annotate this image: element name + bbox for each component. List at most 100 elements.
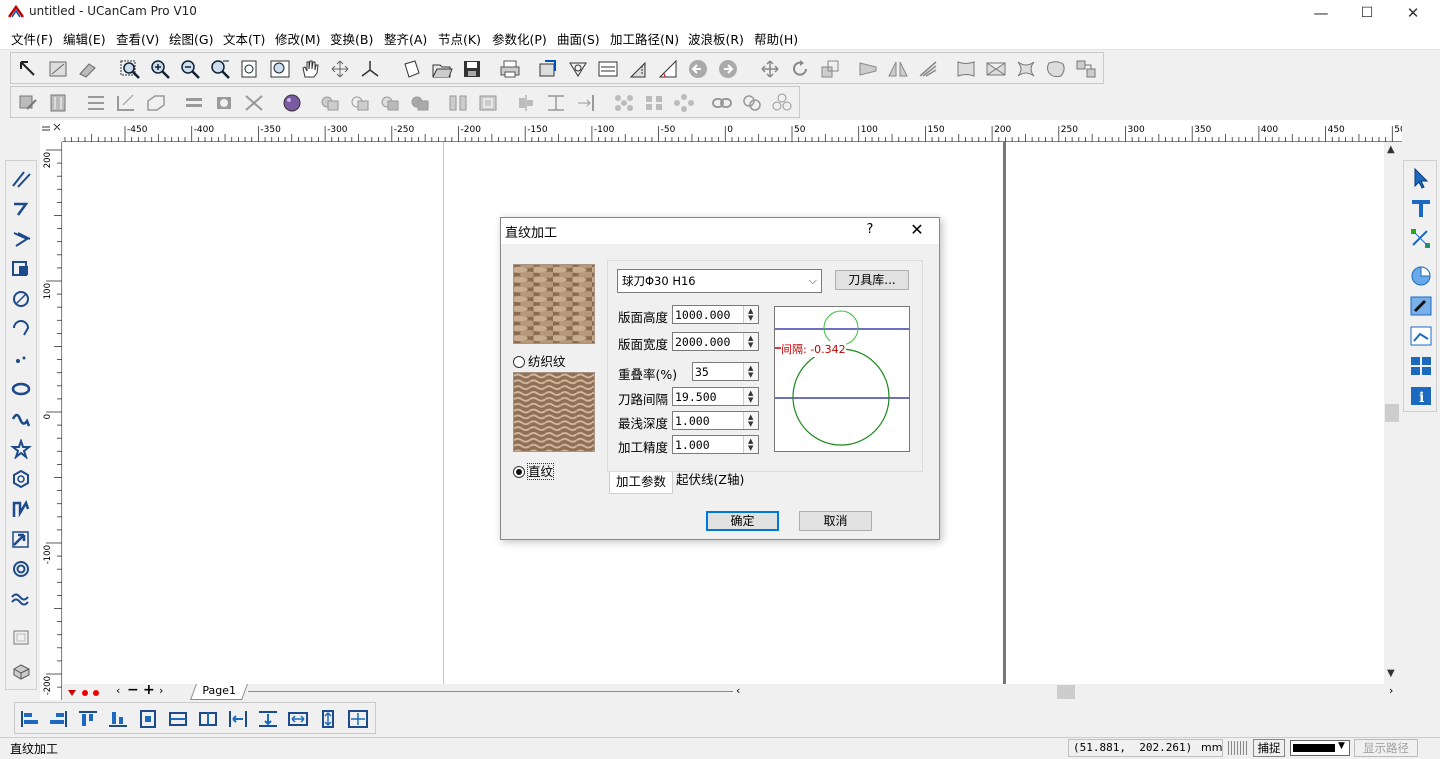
weave-radio-circle[interactable] [513,356,525,368]
align-center-vertical-icon[interactable] [515,93,537,113]
minimize-button[interactable]: — [1298,0,1344,26]
chain-icon[interactable] [711,93,733,113]
text-tool-icon[interactable] [1409,197,1433,219]
menu-transform[interactable]: 变换(B) [330,29,373,48]
space-vertical-icon[interactable] [257,709,279,729]
menu-toolpath[interactable]: 加工路径(N) [610,29,679,48]
spacing-field[interactable]: 19.500 ▲ ▼ [672,387,759,406]
spin-down-icon[interactable]: ▼ [748,397,753,404]
menu-view[interactable]: 查看(V) [116,29,159,48]
align-bottom-icon[interactable] [107,709,129,729]
precision-field[interactable]: 1.000 ▲ ▼ [672,435,759,454]
new-file-icon[interactable] [401,59,423,79]
chevron-down-icon[interactable]: ⌵ [809,274,817,288]
spin-down-icon[interactable]: ▼ [748,421,753,428]
mirror-icon[interactable] [887,59,909,79]
arrow-tool-icon[interactable] [10,529,34,549]
fillet-tool-icon[interactable] [10,499,34,519]
shape-exclude-icon[interactable] [409,93,431,113]
point-tool-icon[interactable] [10,349,34,369]
min-depth-spinner[interactable]: ▲ ▼ [743,412,758,429]
trim-icon[interactable] [213,93,235,113]
transform-icon[interactable] [77,59,99,79]
menu-modify[interactable]: 修改(M) [275,29,321,48]
align-right-bar-icon[interactable] [575,93,597,113]
close-button[interactable]: ✕ [1390,0,1436,26]
spin-down-icon[interactable]: ▼ [748,372,753,379]
overlap-spinner[interactable]: ▲ ▼ [743,363,758,380]
ruler-origin-icon[interactable] [40,120,62,142]
weave-texture-preview[interactable] [513,264,595,344]
node-tool-icon[interactable] [1409,227,1433,249]
3d-box-tool-icon[interactable] [10,661,34,681]
weld-icon[interactable] [145,93,167,113]
info-icon[interactable]: i [1409,385,1433,407]
maximize-button[interactable]: ☐ [1344,0,1390,26]
width-field[interactable]: 2000.000 ▲ ▼ [672,332,759,351]
shape-union-icon[interactable] [319,93,341,113]
menu-node[interactable]: 节点(K) [438,29,481,48]
ellipse-tool-icon[interactable] [10,379,34,399]
polygon-tool-icon[interactable] [10,469,34,489]
select-icon[interactable] [17,59,39,79]
tab-machining-params[interactable]: 加工参数 [609,472,674,494]
rotate-icon[interactable] [789,59,811,79]
shape-subtract-icon[interactable] [349,93,371,113]
menu-help[interactable]: 帮助(H) [754,29,798,48]
dialog-help-button[interactable]: ? [863,222,877,237]
width-spinner[interactable]: ▲ ▼ [743,333,758,350]
angle-icon[interactable] [657,59,679,79]
polyline-tool-icon[interactable] [10,199,34,219]
rectangle-tool-icon[interactable] [10,259,34,279]
menu-text[interactable]: 文本(T) [223,29,265,48]
save-icon[interactable] [461,59,483,79]
intersect-icon[interactable] [243,93,265,113]
align-top-icon[interactable] [77,709,99,729]
tab-undulation-z[interactable]: 起伏线(Z轴) [670,470,750,492]
height-field[interactable]: 1000.000 ▲ ▼ [672,305,759,324]
circular-array-icon[interactable] [673,93,695,113]
bridge-icon[interactable] [447,93,469,113]
distort-icon[interactable] [1015,59,1037,79]
page-remove-icon[interactable]: − [127,682,139,698]
spin-down-icon[interactable]: ▼ [748,315,753,322]
bezier-tool-icon[interactable] [10,229,34,249]
zoom-in-icon[interactable] [149,59,171,79]
zoom-previous-icon[interactable] [209,59,231,79]
weave-radio[interactable]: 纺织纹 [513,351,566,370]
equal-width-icon[interactable] [287,709,309,729]
import-icon[interactable] [537,59,559,79]
vertical-ruler[interactable]: 200 100 0 -100 -200 [40,142,62,700]
zoom-all-icon[interactable] [269,59,291,79]
star-tool-icon[interactable] [10,439,34,459]
flower-icon[interactable] [771,93,793,113]
break-apart-icon[interactable] [115,93,137,113]
dialog-close-button[interactable]: ✕ [903,220,931,239]
page-tab[interactable]: Page1 [190,684,248,700]
spin-down-icon[interactable]: ▼ [748,342,753,349]
line-tool-icon[interactable] [10,169,34,189]
align-rows-icon[interactable] [183,93,205,113]
align-right-icon[interactable] [47,709,69,729]
vector-icon[interactable] [567,59,589,79]
offset-icon[interactable] [477,93,499,113]
menu-edit[interactable]: 编辑(E) [63,29,106,48]
zoom-window-icon[interactable] [119,59,141,79]
perspective-icon[interactable] [985,59,1007,79]
tool-select[interactable]: 球刀Φ30 H16 ⌵ [617,269,822,293]
spacing-spinner[interactable]: ▲ ▼ [743,388,758,405]
arc-tool-icon[interactable] [10,319,34,339]
center-vertical-icon[interactable] [197,709,219,729]
scroll-up-icon[interactable]: ▲ [1387,144,1395,155]
wave-tool-icon[interactable] [10,589,34,609]
combine-icon[interactable] [85,93,107,113]
spiral-chain-icon[interactable] [741,93,763,113]
overlap-field[interactable]: 35 ▲ ▼ [692,362,759,381]
zoom-page-icon[interactable] [239,59,261,79]
pie-tool-icon[interactable] [1409,265,1433,287]
redo-arrow-icon[interactable] [717,59,739,79]
menu-surface[interactable]: 曲面(S) [557,29,600,48]
equal-height-icon[interactable] [317,709,339,729]
shear-icon[interactable] [917,59,939,79]
straight-radio[interactable]: 直纹 [513,461,555,480]
